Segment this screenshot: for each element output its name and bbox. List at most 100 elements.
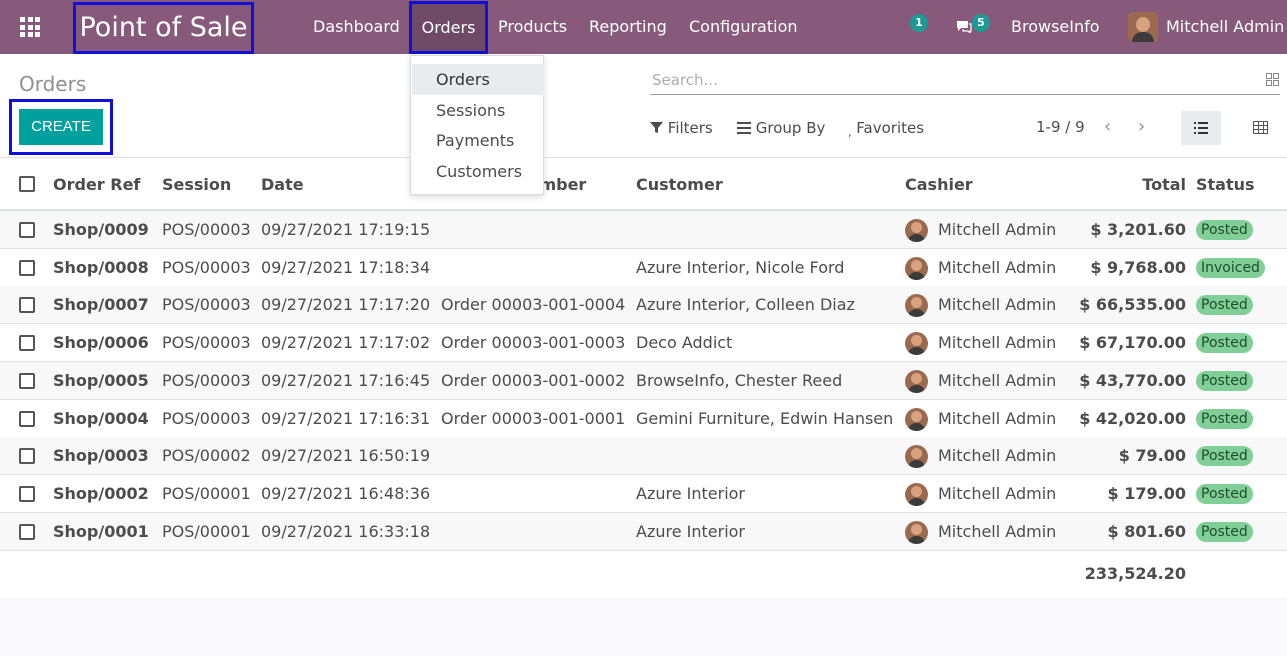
apps-menu-icon[interactable] [20,17,40,37]
favorites-button[interactable]: , Favorites [848,118,924,139]
control-panel: Orders CREATE Filters Group By , Favorit… [0,54,1287,158]
table-header: Order Ref Session Date Receipt Number Cu… [0,158,1287,211]
search-options-icon[interactable] [1266,73,1279,86]
column-order-ref[interactable]: Order Ref [53,175,140,194]
select-all-checkbox[interactable] [19,176,35,192]
session: POS/00001 [162,483,251,503]
group-by-button[interactable]: Group By [737,118,825,138]
menu-item-sessions[interactable]: Sessions [412,95,544,126]
column-date[interactable]: Date [261,175,304,194]
customer: Gemini Furniture, Edwin Hansen [636,408,894,428]
app-title[interactable]: Point of Sale [73,2,254,54]
cashier-avatar [905,219,928,242]
order-date: 09/27/2021 17:16:31 [261,408,431,428]
row-checkbox[interactable] [19,372,35,389]
pager-next-icon[interactable]: › [1138,116,1145,137]
messages-badge[interactable]: 5 [972,14,990,32]
grand-total: 233,524.20 [1084,564,1186,583]
status-badge: Posted [1196,483,1253,504]
order-date: 09/27/2021 17:16:45 [261,370,431,390]
session: POS/00003 [162,408,251,428]
cashier-avatar [905,482,928,506]
pager-value[interactable]: 1-9 / 9 [1036,118,1085,136]
order-ref: Shop/0001 [53,521,149,541]
list-view-icon [1194,122,1208,134]
order-date: 09/27/2021 17:18:34 [261,257,431,277]
order-total: $ 79.00 [1118,446,1186,466]
user-avatar[interactable] [1128,12,1158,42]
order-date: 09/27/2021 16:50:19 [261,446,431,466]
row-checkbox[interactable] [19,297,35,314]
table-row[interactable]: Shop/0008 POS/00003 09/27/2021 17:18:34 Azu… [0,248,1287,287]
cashier: Mitchell Admin [938,446,1057,466]
table-row[interactable]: Shop/0005 POS/00003 09/27/2021 17:16:45 Ord… [0,361,1287,400]
row-checkbox[interactable] [19,448,35,465]
pivot-view-icon[interactable] [1253,121,1268,134]
table-row[interactable]: Shop/0002 POS/00001 09/27/2021 16:48:36 Azu… [0,474,1287,513]
row-checkbox[interactable] [19,259,35,276]
order-ref: Shop/0008 [53,257,149,277]
cashier-avatar [905,332,928,356]
menu-item-customers[interactable]: Customers [412,156,544,187]
cashier-avatar [905,294,928,318]
menu-item-orders[interactable]: Orders [412,64,544,95]
search-input[interactable] [650,66,1210,94]
column-total[interactable]: Total [1142,175,1186,194]
cashier-avatar [905,520,928,544]
receipt-number: Order 00003-001-0002 [441,370,626,390]
table-row[interactable]: Shop/0007 POS/00003 09/27/2021 17:17:20 Ord… [0,286,1287,325]
row-checkbox[interactable] [19,222,35,238]
pager-previous-icon[interactable]: ‹ [1104,116,1111,137]
table-row[interactable]: Shop/0004 POS/00003 09/27/2021 17:16:31 Ord… [0,399,1287,438]
row-checkbox[interactable] [19,523,35,540]
cashier: Mitchell Admin [938,257,1057,277]
messages-icon[interactable] [956,20,972,33]
breadcrumb: Orders [19,72,87,96]
nav-dashboard[interactable]: Dashboard [313,0,400,54]
customer: Azure Interior, Nicole Ford [636,257,845,277]
cashier-avatar [905,445,928,469]
row-checkbox[interactable] [19,335,35,352]
row-checkbox[interactable] [19,485,35,502]
create-highlight: CREATE [9,99,113,155]
menu-item-payments[interactable]: Payments [412,125,544,156]
order-date: 09/27/2021 16:33:18 [261,521,431,541]
list-view-button[interactable] [1181,111,1221,145]
order-ref: Shop/0002 [53,483,149,503]
nav-products[interactable]: Products [498,0,567,54]
order-total: $ 43,770.00 [1079,370,1186,390]
cashier: Mitchell Admin [938,408,1057,428]
column-status[interactable]: Status [1196,175,1255,194]
session: POS/00003 [162,220,251,239]
table-row[interactable]: Shop/0003 POS/00002 09/27/2021 16:50:19 Mit… [0,437,1287,476]
column-cashier[interactable]: Cashier [905,175,973,194]
user-menu[interactable]: Mitchell Admin [1166,0,1284,54]
order-total: $ 66,535.00 [1079,295,1186,315]
filters-button[interactable]: Filters [650,118,713,138]
customer: BrowseInfo, Chester Reed [636,370,843,390]
table-row[interactable]: Shop/0001 POS/00001 09/27/2021 16:33:18 Azu… [0,512,1287,551]
status-badge: Posted [1196,408,1253,429]
nav-reporting[interactable]: Reporting [589,0,667,54]
status-badge: Posted [1196,446,1253,467]
table-row[interactable]: Shop/0006 POS/00003 09/27/2021 17:17:02 Ord… [0,324,1287,363]
row-checkbox[interactable] [19,410,35,427]
session: POS/00003 [162,370,251,390]
create-button[interactable]: CREATE [19,109,103,145]
filters-label: Filters [667,119,713,137]
activity-badge[interactable]: 1 [910,14,928,32]
nav-configuration[interactable]: Configuration [689,0,798,54]
receipt-number: Order 00003-001-0003 [441,333,626,353]
order-total: $ 9,768.00 [1090,257,1186,277]
table-row[interactable]: Shop/0009 POS/00003 09/27/2021 17:19:15 Mit… [0,211,1287,249]
cashier-avatar [905,369,928,393]
order-ref: Shop/0007 [53,295,149,315]
column-customer[interactable]: Customer [636,175,723,194]
nav-orders[interactable]: Orders [409,1,488,54]
order-date: 09/27/2021 17:17:20 [261,295,431,315]
cashier: Mitchell Admin [938,483,1057,503]
cashier: Mitchell Admin [938,521,1057,541]
column-session[interactable]: Session [162,175,231,194]
status-badge: Posted [1196,220,1253,240]
company-switcher[interactable]: BrowseInfo [1011,0,1100,54]
